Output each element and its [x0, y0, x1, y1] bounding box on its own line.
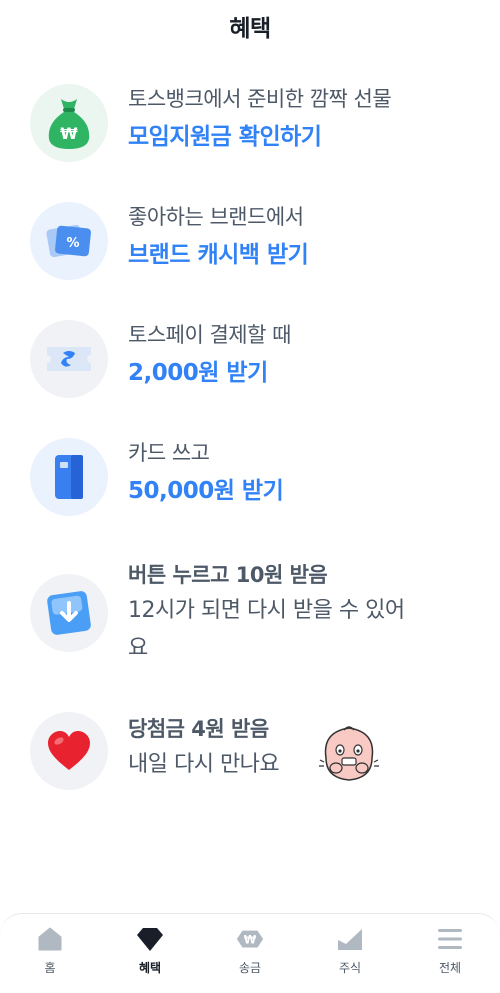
- benefit-subtitle: 카드 쓰고: [128, 441, 210, 465]
- nav-transfer[interactable]: ₩ 송금: [200, 914, 300, 993]
- benefit-message-continued: 요: [128, 636, 148, 661]
- menu-icon: [435, 924, 465, 954]
- benefit-subtitle: 당첨금 4원 받음: [128, 717, 269, 741]
- bottom-nav: 홈 혜택 ₩ 송금 주식 전체: [0, 913, 500, 993]
- svg-text:₩: ₩: [244, 934, 257, 947]
- toss-pay-ticket-icon: [30, 320, 108, 398]
- benefit-title[interactable]: 모임지원금 확인하기: [128, 120, 468, 154]
- won-transfer-icon: ₩: [235, 924, 265, 954]
- svg-text:₩: ₩: [60, 124, 78, 143]
- page-title: 혜택: [229, 16, 271, 42]
- diamond-icon: [135, 924, 165, 954]
- nav-label: 혜택: [138, 961, 162, 975]
- nav-label: 전체: [438, 961, 462, 975]
- benefit-subtitle: 버튼 누르고 10원 받음: [128, 563, 328, 587]
- nav-all[interactable]: 전체: [400, 914, 500, 993]
- card-icon: [30, 438, 108, 516]
- benefit-subtitle: 좋아하는 브랜드에서: [128, 205, 304, 229]
- chart-icon: [335, 924, 365, 954]
- header: 혜택: [0, 0, 500, 52]
- nav-label: 주식: [338, 961, 362, 975]
- benefit-title[interactable]: 50,000원 받기: [128, 474, 468, 508]
- benefit-title[interactable]: 2,000원 받기: [128, 356, 468, 390]
- svg-text:%: %: [66, 236, 79, 251]
- benefit-subtitle: 토스페이 결제할 때: [128, 323, 291, 347]
- nav-label: 송금: [238, 961, 262, 975]
- nav-label: 홈: [44, 961, 56, 975]
- money-bag-icon: ₩: [30, 84, 108, 162]
- nav-stocks[interactable]: 주식: [300, 914, 400, 993]
- coupon-percent-icon: %: [30, 202, 108, 280]
- home-icon: [35, 924, 65, 954]
- download-box-icon: [30, 574, 108, 652]
- benefit-message: 12시가 되면 다시 받을 수 있어: [128, 598, 405, 623]
- heart-icon: [30, 712, 108, 790]
- benefit-title[interactable]: 브랜드 캐시백 받기: [128, 238, 468, 272]
- benefit-message: 내일 다시 만나요: [128, 752, 280, 777]
- benefit-subtitle: 토스뱅크에서 준비한 깜짝 선물: [128, 87, 392, 111]
- nav-home[interactable]: 홈: [0, 914, 100, 993]
- nav-benefits[interactable]: 혜택: [100, 914, 200, 993]
- peach-character-sticker: [316, 720, 382, 786]
